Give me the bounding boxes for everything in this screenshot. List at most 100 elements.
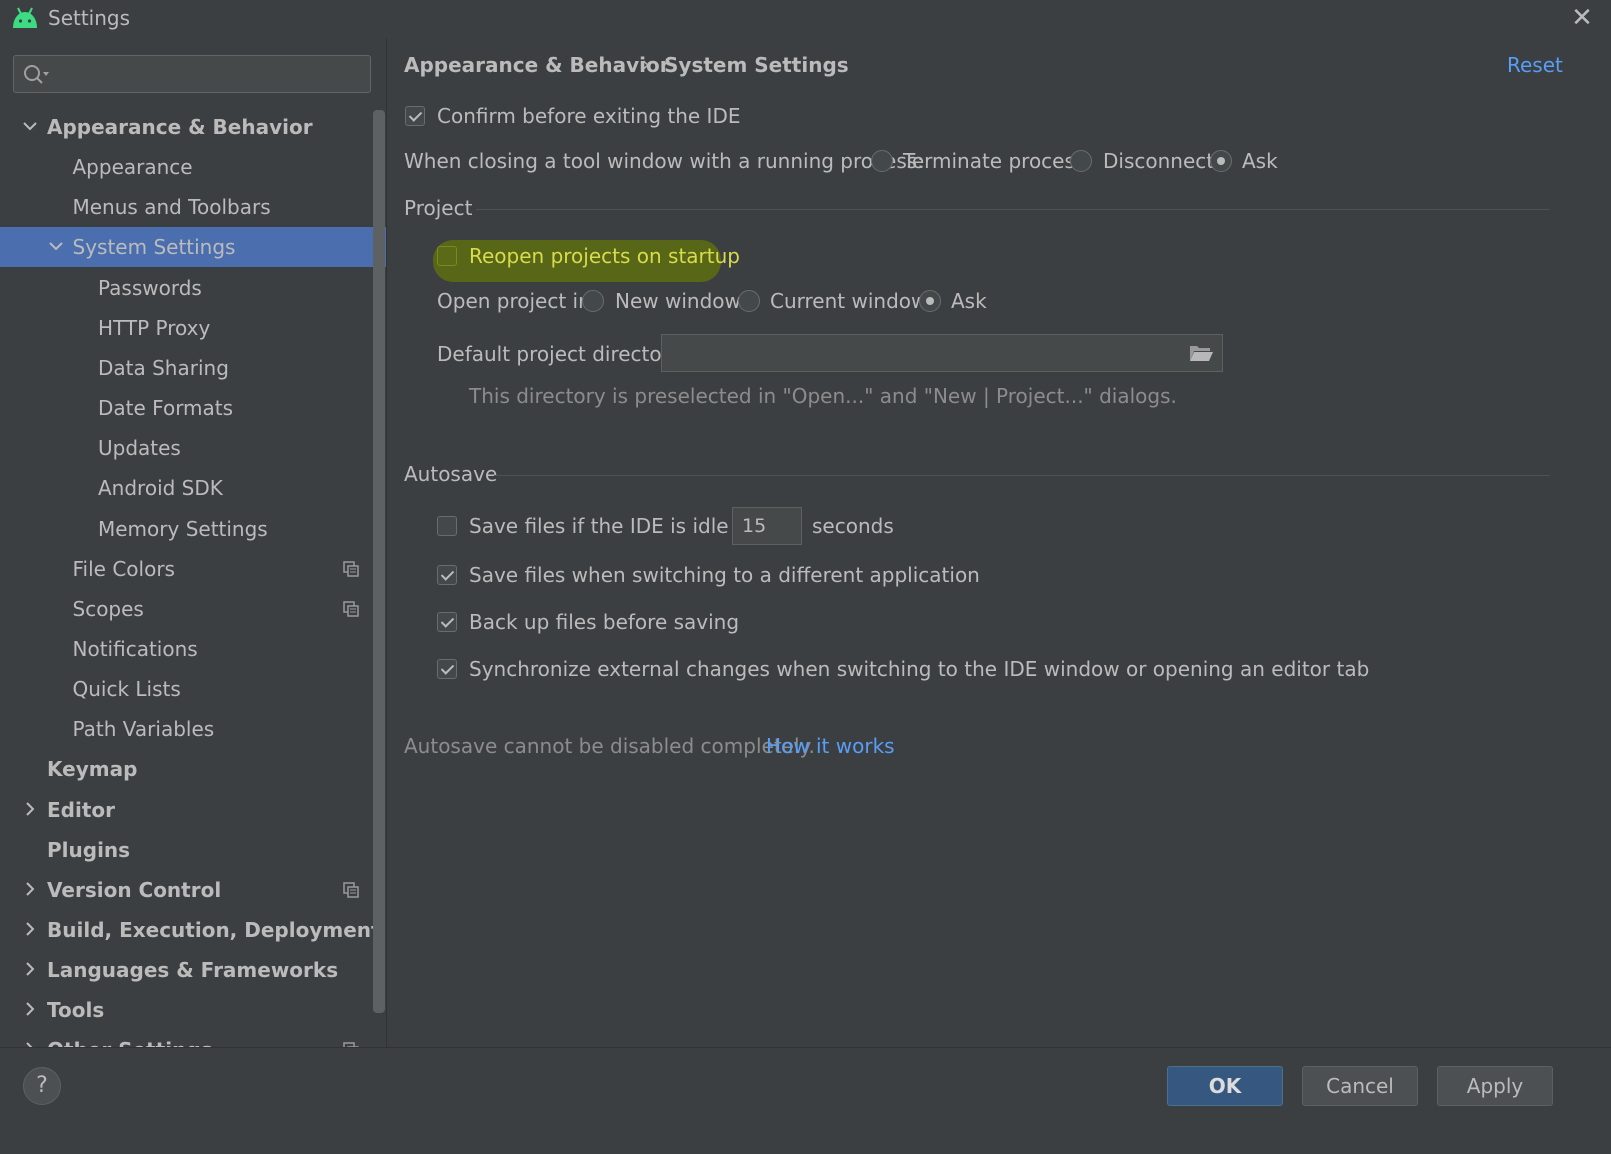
sync-external-checkbox[interactable] bbox=[437, 659, 457, 679]
save-switch-app-checkbox[interactable] bbox=[437, 565, 457, 585]
open-project-in-label: Open project in bbox=[437, 289, 591, 313]
idle-seconds-input[interactable]: 15 bbox=[732, 507, 802, 545]
sidebar-item-label: Plugins bbox=[47, 838, 131, 862]
ask-radio[interactable] bbox=[1210, 150, 1232, 172]
sidebar-item-label: Path Variables bbox=[72, 717, 215, 741]
sidebar-item-label: File Colors bbox=[72, 557, 175, 581]
breadcrumb-parent[interactable]: Appearance & Behavior bbox=[404, 53, 670, 77]
sidebar-item-updates[interactable]: Updates bbox=[0, 428, 387, 468]
sidebar-item-menus-and-toolbars[interactable]: Menus and Toolbars bbox=[0, 187, 387, 227]
sidebar-item-passwords[interactable]: Passwords bbox=[0, 268, 387, 308]
sidebar-item-notifications[interactable]: Notifications bbox=[0, 629, 387, 669]
sidebar-item-label: Tools bbox=[47, 998, 105, 1022]
sidebar-item-label: Updates bbox=[98, 436, 181, 460]
confirm-exit-label: Confirm before exiting the IDE bbox=[437, 104, 741, 128]
open-ask-radio[interactable] bbox=[919, 290, 941, 312]
autosave-note: Autosave cannot be disabled completely. bbox=[404, 734, 815, 758]
project-separator bbox=[476, 209, 1550, 210]
sidebar-item-label: Editor bbox=[47, 798, 115, 822]
sync-external-label: Synchronize external changes when switch… bbox=[469, 657, 1370, 681]
terminate-process-label: Terminate process bbox=[903, 149, 1086, 173]
default-project-directory-label: Default project directory: bbox=[437, 342, 687, 366]
title-bar bbox=[0, 0, 1611, 38]
how-it-works-link[interactable]: How it works bbox=[766, 734, 895, 758]
sidebar-item-appearance[interactable]: Appearance bbox=[0, 147, 387, 187]
default-project-directory-input[interactable] bbox=[661, 334, 1223, 372]
sidebar-item-appearance-behavior[interactable]: Appearance & Behavior bbox=[0, 107, 387, 147]
window-title: Settings bbox=[48, 6, 131, 30]
sidebar-item-http-proxy[interactable]: HTTP Proxy bbox=[0, 308, 387, 348]
save-idle-label: Save files if the IDE is idle for bbox=[469, 514, 763, 538]
sidebar-item-data-sharing[interactable]: Data Sharing bbox=[0, 348, 387, 388]
sidebar-item-label: Quick Lists bbox=[72, 677, 181, 701]
backup-files-label: Back up files before saving bbox=[469, 610, 740, 634]
autosave-section-title: Autosave bbox=[404, 462, 498, 486]
sidebar-item-label: Date Formats bbox=[98, 396, 234, 420]
sidebar-item-label: System Settings bbox=[72, 235, 236, 259]
help-button[interactable]: ? bbox=[23, 1067, 61, 1105]
sidebar-item-file-colors[interactable]: File Colors bbox=[0, 549, 387, 589]
sidebar-item-label: Languages & Frameworks bbox=[47, 958, 339, 982]
disconnect-radio[interactable] bbox=[1070, 150, 1092, 172]
close-icon[interactable]: ✕ bbox=[1566, 2, 1598, 34]
chevron-right-icon[interactable] bbox=[22, 870, 38, 910]
sidebar-item-system-settings[interactable]: System Settings bbox=[0, 227, 387, 267]
backup-files-checkbox[interactable] bbox=[437, 612, 457, 632]
sidebar-item-languages-frameworks[interactable]: Languages & Frameworks bbox=[0, 950, 387, 990]
chevron-right-icon[interactable] bbox=[22, 910, 38, 950]
project-scope-icon bbox=[343, 882, 359, 898]
closing-tool-window-label: When closing a tool window with a runnin… bbox=[404, 149, 924, 173]
sidebar-item-version-control[interactable]: Version Control bbox=[0, 870, 387, 910]
settings-content bbox=[387, 38, 1611, 1077]
idle-seconds-suffix: seconds bbox=[812, 514, 894, 538]
ask-label: Ask bbox=[1242, 149, 1278, 173]
sidebar-item-editor[interactable]: Editor bbox=[0, 790, 387, 830]
current-window-radio[interactable] bbox=[738, 290, 760, 312]
sidebar-item-label: Scopes bbox=[72, 597, 144, 621]
sidebar-item-label: Notifications bbox=[72, 637, 198, 661]
sidebar-item-label: Memory Settings bbox=[98, 517, 268, 541]
sidebar-item-tools[interactable]: Tools bbox=[0, 990, 387, 1030]
sidebar-item-scopes[interactable]: Scopes bbox=[0, 589, 387, 629]
sidebar-item-quick-lists[interactable]: Quick Lists bbox=[0, 669, 387, 709]
reopen-projects-label: Reopen projects on startup bbox=[469, 244, 740, 268]
chevron-down-icon[interactable] bbox=[22, 107, 38, 147]
terminate-process-radio[interactable] bbox=[871, 150, 893, 172]
sidebar-item-other-settings[interactable]: Other Settings bbox=[0, 1030, 387, 1047]
folder-icon[interactable] bbox=[1188, 342, 1214, 364]
ok-button[interactable]: OK bbox=[1167, 1066, 1283, 1106]
apply-button[interactable]: Apply bbox=[1437, 1066, 1553, 1106]
directory-hint: This directory is preselected in "Open..… bbox=[469, 384, 1177, 408]
project-section-title: Project bbox=[404, 196, 473, 220]
chevron-right-icon[interactable] bbox=[22, 990, 38, 1030]
sidebar-item-label: Version Control bbox=[47, 878, 222, 902]
search-input[interactable] bbox=[13, 55, 371, 93]
search-icon bbox=[24, 65, 49, 84]
save-switch-app-label: Save files when switching to a different… bbox=[469, 563, 980, 587]
chevron-right-icon[interactable] bbox=[22, 950, 38, 990]
sidebar-scrollbar[interactable] bbox=[373, 110, 385, 1013]
sidebar-item-android-sdk[interactable]: Android SDK bbox=[0, 468, 387, 508]
cancel-button[interactable]: Cancel bbox=[1302, 1066, 1418, 1106]
sidebar-item-memory-settings[interactable]: Memory Settings bbox=[0, 509, 387, 549]
save-idle-checkbox[interactable] bbox=[437, 516, 457, 536]
sidebar-item-label: Build, Execution, Deployment bbox=[47, 918, 381, 942]
chevron-right-icon[interactable] bbox=[22, 1030, 38, 1047]
sidebar-item-label: Data Sharing bbox=[98, 356, 229, 380]
disconnect-label: Disconnect bbox=[1103, 149, 1215, 173]
confirm-exit-checkbox[interactable] bbox=[405, 106, 425, 126]
sidebar-item-build-execution-deployment[interactable]: Build, Execution, Deployment bbox=[0, 910, 387, 950]
chevron-down-icon[interactable] bbox=[48, 227, 64, 267]
sidebar-item-plugins[interactable]: Plugins bbox=[0, 830, 387, 870]
new-window-radio[interactable] bbox=[582, 290, 604, 312]
sidebar-item-path-variables[interactable]: Path Variables bbox=[0, 709, 387, 749]
sidebar-item-label: Android SDK bbox=[98, 476, 223, 500]
reopen-projects-checkbox[interactable] bbox=[437, 246, 457, 266]
breadcrumb-separator-icon: › bbox=[642, 52, 650, 76]
sidebar-item-keymap[interactable]: Keymap bbox=[0, 749, 387, 789]
chevron-right-icon[interactable] bbox=[22, 790, 38, 830]
sidebar-item-label: Passwords bbox=[98, 276, 202, 300]
breadcrumb-current: System Settings bbox=[664, 53, 849, 77]
reset-link[interactable]: Reset bbox=[1507, 53, 1563, 77]
sidebar-item-date-formats[interactable]: Date Formats bbox=[0, 388, 387, 428]
